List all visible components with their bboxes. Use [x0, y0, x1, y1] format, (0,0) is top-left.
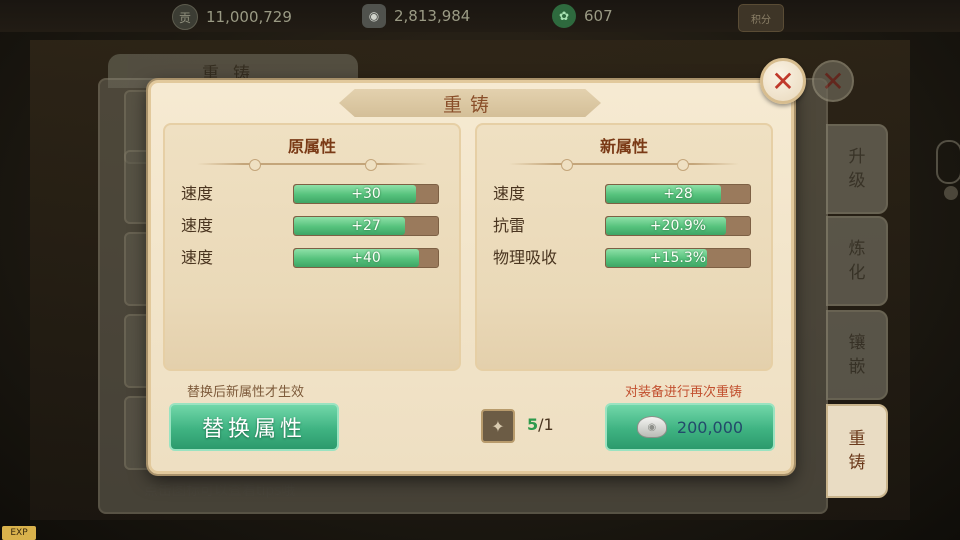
divider — [197, 163, 427, 165]
close-icon: ✕ — [771, 64, 795, 98]
attribute-value: +15.3% — [649, 250, 707, 266]
replace-hint: 替换后新属性才生效 — [187, 385, 305, 400]
background-close-button[interactable]: ✕ — [812, 60, 854, 102]
attribute-label: 物理吸收 — [493, 248, 558, 267]
attribute-label: 速度 — [181, 184, 214, 203]
panel-title: 原属性 — [287, 137, 336, 156]
attribute-bar: +15.3% — [605, 248, 751, 268]
recast-hint: 对装备进行再次重铸 — [625, 385, 743, 400]
side-ornament — [936, 140, 960, 184]
tab-label: 级 — [848, 171, 866, 191]
attribute-label: 速度 — [181, 216, 214, 235]
attribute-value: +27 — [351, 218, 381, 234]
attribute-bar: +30 — [293, 184, 439, 204]
tab-label: 嵌 — [848, 357, 866, 377]
dialog-title: 重铸 — [339, 89, 601, 117]
tab-label: 重 — [848, 429, 866, 449]
background-hint: 点击图标可以查看tips哦 — [144, 483, 296, 499]
tab-refine[interactable]: 炼 化 — [826, 216, 888, 306]
attribute-row: 速度 +27 — [181, 215, 441, 237]
divider-ornament — [249, 159, 261, 171]
currency-bar: 贡 11,000,729 ◉ 2,813,984 ✿ 607 积分 — [0, 0, 960, 32]
tab-label: 升 — [848, 147, 866, 167]
coin-currency: 贡 11,000,729 — [172, 4, 292, 30]
dialog-close-button[interactable]: ✕ — [760, 58, 806, 104]
material-have: 5 — [527, 415, 539, 434]
panel-title: 新属性 — [599, 137, 648, 156]
tab-label: 铸 — [848, 453, 866, 473]
recast-material-icon[interactable]: ✦ — [481, 409, 515, 443]
jade-currency: ✿ 607 — [552, 4, 613, 28]
tab-label: 炼 — [848, 239, 866, 259]
coin-icon: 贡 — [172, 4, 198, 30]
recast-button[interactable]: ◉ 200,000 — [605, 403, 775, 451]
side-ornament — [944, 186, 958, 200]
coin-value: 11,000,729 — [206, 8, 292, 26]
divider-ornament — [365, 159, 377, 171]
attribute-bar: +27 — [293, 216, 439, 236]
jade-icon: ✿ — [552, 4, 576, 28]
new-attributes-panel: 新属性 速度 +28 抗雷 +20.9% 物理吸收 +15.3% — [475, 123, 773, 371]
attribute-value: +40 — [351, 250, 381, 266]
attribute-bar: +40 — [293, 248, 439, 268]
divider — [509, 163, 739, 165]
attribute-label: 抗雷 — [493, 216, 526, 235]
attribute-row: 物理吸收 +15.3% — [493, 247, 753, 269]
attribute-value: +28 — [663, 186, 693, 202]
attribute-label: 速度 — [181, 248, 214, 267]
tab-recast[interactable]: 重 铸 — [826, 404, 888, 498]
jade-value: 607 — [584, 7, 613, 25]
original-attributes-panel: 原属性 速度 +30 速度 +27 速度 +40 — [163, 123, 461, 371]
attribute-value: +20.9% — [649, 218, 707, 234]
replace-attributes-button[interactable]: 替换属性 — [169, 403, 339, 451]
attribute-label: 速度 — [493, 184, 526, 203]
silver-ingot-icon: ◉ — [636, 416, 667, 438]
recast-dialog: 重铸 原属性 速度 +30 速度 +27 速度 +40 新属性 速度 +28 抗… — [148, 80, 794, 474]
silver-ingot-icon: ◉ — [362, 4, 386, 28]
tab-label: 化 — [848, 263, 866, 283]
recast-cost: 200,000 — [676, 417, 744, 437]
attribute-row: 抗雷 +20.9% — [493, 215, 753, 237]
silver-value: 2,813,984 — [394, 7, 471, 25]
exp-badge: EXP — [2, 526, 36, 540]
attribute-row: 速度 +28 — [493, 183, 753, 205]
tab-inlay[interactable]: 镶 嵌 — [826, 310, 888, 400]
divider-ornament — [677, 159, 689, 171]
attribute-row: 速度 +40 — [181, 247, 441, 269]
attribute-bar: +20.9% — [605, 216, 751, 236]
close-icon: ✕ — [821, 64, 845, 98]
score-button[interactable]: 积分 — [738, 4, 784, 32]
silver-currency: ◉ 2,813,984 — [362, 4, 470, 28]
material-count: 5/1 — [527, 415, 554, 434]
divider-ornament — [561, 159, 573, 171]
tab-label: 镶 — [848, 333, 866, 353]
attribute-value: +30 — [351, 186, 381, 202]
attribute-row: 速度 +30 — [181, 183, 441, 205]
tab-upgrade[interactable]: 升 级 — [826, 124, 888, 214]
attribute-bar: +28 — [605, 184, 751, 204]
material-need: /1 — [538, 415, 554, 434]
